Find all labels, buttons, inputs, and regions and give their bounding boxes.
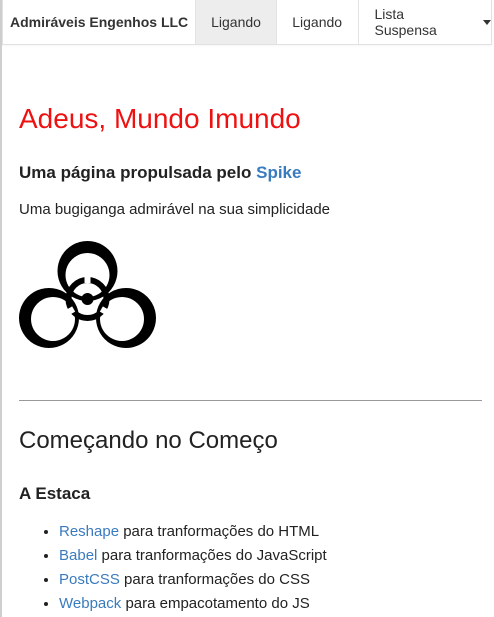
navbar-brand[interactable]: Admiráveis Engenhos LLC [3,0,197,44]
top-navbar: Admiráveis Engenhos LLC Ligando Ligando … [2,0,492,45]
list-item-description: para tranformações do JavaScript [101,547,327,564]
list-item: PostCSS para tranformações do CSS [59,568,327,592]
webpack-link[interactable]: Webpack [59,595,121,612]
nav-item-ligando-active[interactable]: Ligando [196,0,277,44]
page-subtitle: Uma página propulsada pelo Spike [19,162,301,184]
section-divider [19,400,482,401]
subtitle-text: Uma página propulsada pelo [19,163,252,182]
nav-dropdown-lista-suspensa[interactable]: Lista Suspensa [359,0,491,44]
list-item: Reshape para tranformações do HTML [59,520,327,544]
section-title: Começando no Começo [19,427,278,454]
list-item-description: para tranformações do CSS [124,571,310,588]
biohazard-icon [19,241,156,348]
list-item: Webpack para empacotamento do JS [59,592,327,616]
babel-link[interactable]: Babel [59,547,97,564]
list-item-description: para tranformações do HTML [123,523,320,540]
tagline: Uma bugiganga admirável na sua simplicid… [19,201,331,218]
nav-item-ligando[interactable]: Ligando [277,0,359,44]
sub-section-title: A Estaca [19,484,91,503]
reshape-link[interactable]: Reshape [59,523,119,540]
page-title: Adeus, Mundo Imundo [19,103,301,134]
nav-dropdown-label: Lista Suspensa [374,6,437,38]
list-item: Babel para tranformações do JavaScript [59,544,327,568]
spike-link[interactable]: Spike [256,163,301,182]
list-item-description: para empacotamento do JS [125,595,310,612]
caret-down-icon [483,19,491,25]
postcss-link[interactable]: PostCSS [59,571,120,588]
tool-list: Reshape para tranformações do HTML Babel… [19,520,327,616]
